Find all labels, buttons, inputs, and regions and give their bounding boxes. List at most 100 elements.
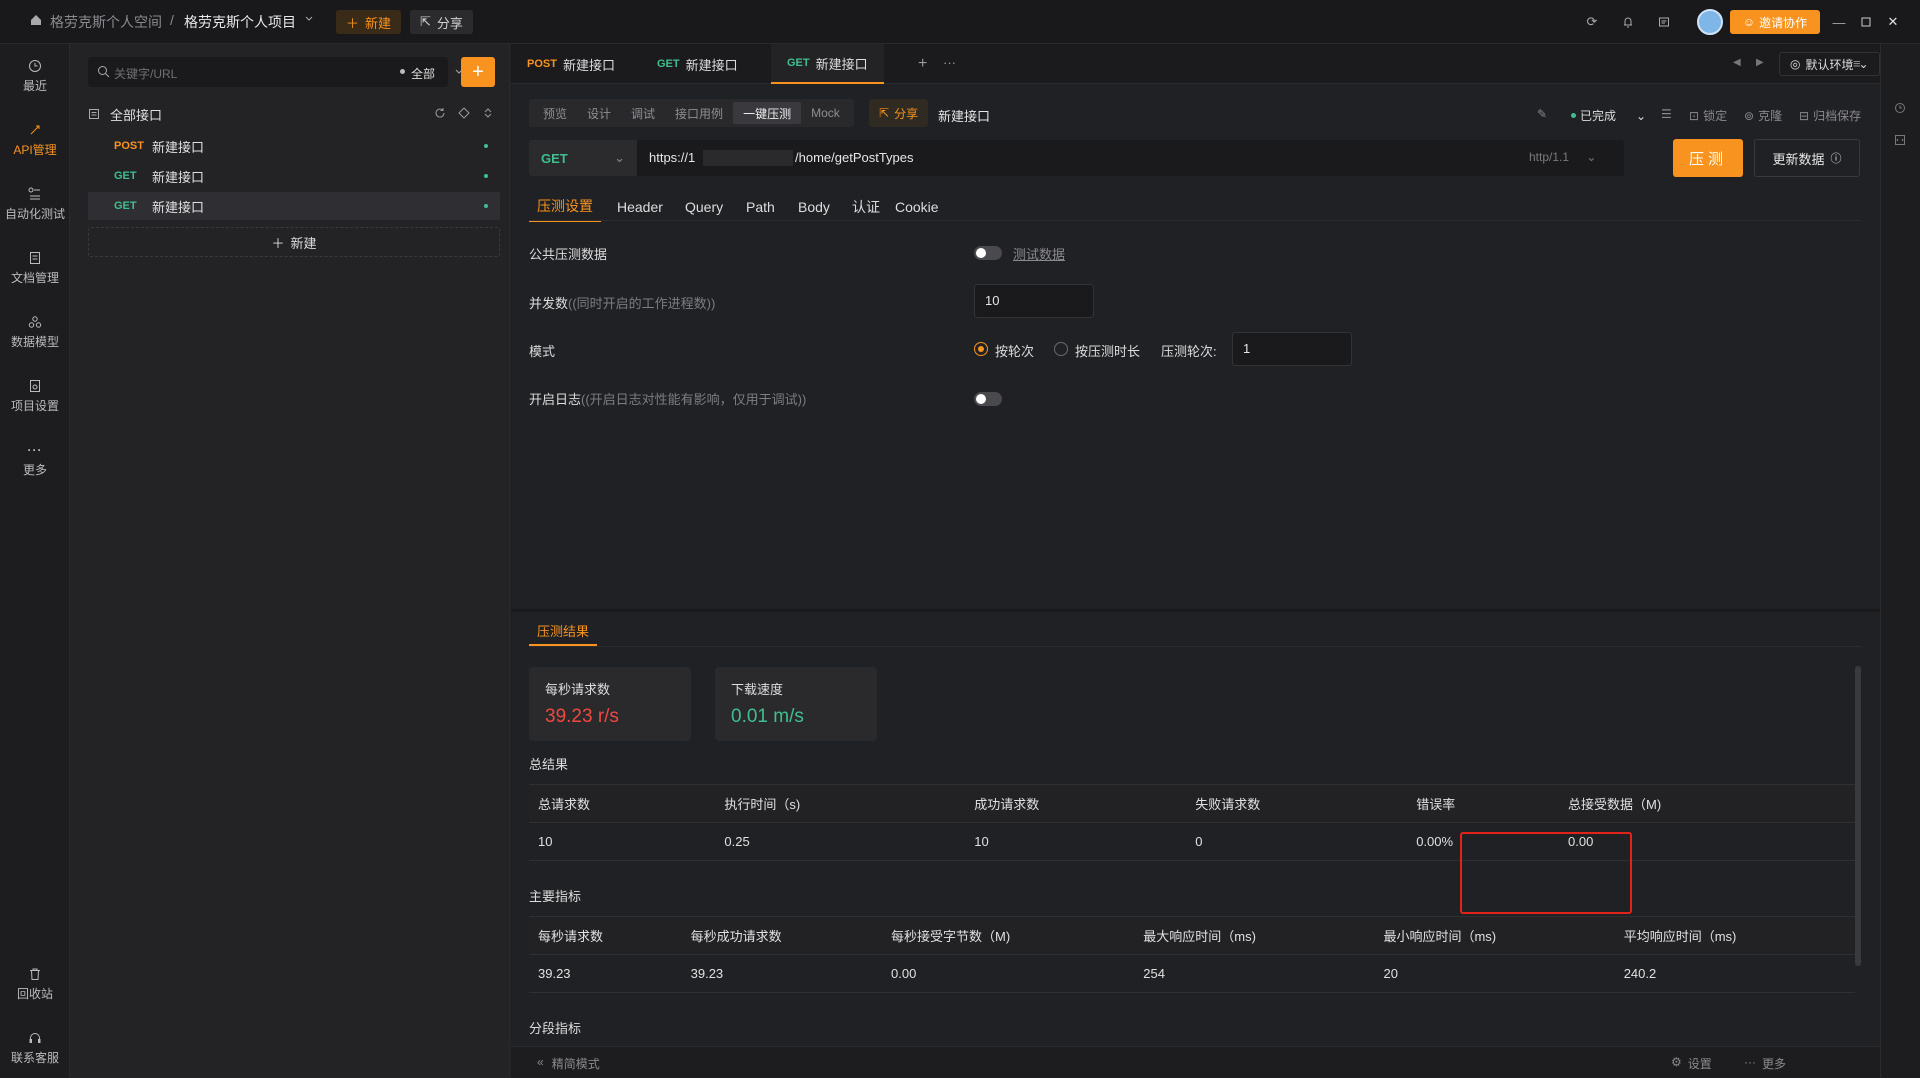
table-header: 总请求数 [529,784,716,823]
rail-item-models[interactable]: 数据模型 [0,304,70,360]
table-cell: 0.25 [715,822,966,861]
update-data-button[interactable]: 更新数据 ⓘ [1754,139,1860,177]
ptab-cookie[interactable]: Cookie [887,192,947,222]
menu-icon[interactable]: ≡ [1853,56,1861,71]
history-icon[interactable] [1894,102,1906,114]
tree-item-selected[interactable]: GET 新建接口 [88,192,500,220]
headset-icon [28,1031,42,1045]
subtab-debug[interactable]: 调试 [621,102,665,124]
edit-icon[interactable]: ✎ [1537,107,1547,121]
results-scrollbar[interactable] [1855,666,1861,966]
new-button[interactable]: ＋新建 [336,10,402,34]
rail-item-recent[interactable]: 最近 [0,48,70,104]
close-icon[interactable]: ✕ [1882,11,1904,33]
filter-select[interactable]: 全部 [411,65,435,82]
ptab-stress-settings[interactable]: 压测设置 [529,192,601,222]
tree-item[interactable]: GET 新建接口 [88,162,500,190]
subtab-preview[interactable]: 预览 [533,102,577,124]
ptab-query[interactable]: Query [677,192,731,222]
clone-button[interactable]: ⊚ 克隆 [1744,107,1782,124]
concurrency-input[interactable]: 10 [974,284,1094,318]
more-button[interactable]: ··· 更多 [1744,1055,1786,1072]
tree-root[interactable]: 全部接口 [88,100,500,128]
env-select[interactable]: ◎ 默认环境 ⌄ [1779,52,1880,76]
share-chip[interactable]: ⇱ 分享 [869,99,929,127]
stress-run-button[interactable]: 压测 [1673,139,1743,177]
results-tab[interactable]: 压测结果 [529,616,598,646]
archive-icon: ⊟ [1799,108,1810,123]
home-icon[interactable] [30,14,42,26]
compact-mode-toggle[interactable]: «精简模式 [537,1055,600,1072]
add-api-button[interactable]: + [461,57,495,87]
mode-round-label[interactable]: 按轮次 [995,341,1034,360]
code-icon[interactable] [1894,134,1906,146]
subtab-cases[interactable]: 接口用例 [665,102,733,124]
ptab-body[interactable]: Body [790,192,838,222]
share-button[interactable]: ⇱ 分享 [410,10,473,34]
status-select[interactable]: 已完成 ⌄ [1571,107,1646,124]
mode-duration-radio[interactable] [1054,342,1068,356]
search-input[interactable]: 关键字/URL [114,65,177,82]
rail-item-docs[interactable]: 文档管理 [0,240,70,296]
protocol-select[interactable]: http/1.1 ⌄ [1529,150,1596,164]
refresh-icon[interactable] [434,107,446,119]
invite-button[interactable]: ☺ 邀请协作 [1730,10,1820,34]
add-tab-icon[interactable]: + [918,55,927,73]
rounds-input[interactable]: 1 [1232,332,1352,366]
rail-item-automation[interactable]: 自动化测试 [0,176,70,232]
method-select[interactable]: GET ⌄ [529,140,637,176]
maximize-icon[interactable] [1855,11,1877,33]
arrow-left-icon[interactable]: ◀ [1733,57,1741,68]
ptab-header[interactable]: Header [609,192,671,222]
format-icon[interactable]: ☰ [1661,107,1672,121]
new-api-row[interactable]: ＋新建 [88,227,500,257]
avatar[interactable] [1697,9,1723,35]
tree-item[interactable]: POST 新建接口 [88,132,500,160]
ptab-auth[interactable]: 认证 [844,192,888,222]
table-row: 39.23 39.23 0.00 254 20 240.2 [529,954,1855,993]
url-prefix[interactable]: https://1 [649,150,695,165]
lock-button[interactable]: ⊡ 锁定 [1689,107,1727,124]
rail-item-settings[interactable]: 项目设置 [0,368,70,424]
api-tree-panel: 关键字/URL 全部 + 全部接口 POST 新建接口 GET 新建接口 GET [70,44,510,1078]
ptab-path[interactable]: Path [738,192,783,222]
tab-post[interactable]: POST 新建接口 [511,44,631,84]
subtab-stress[interactable]: 一键压测 [733,102,802,124]
tab-get-1[interactable]: GET 新建接口 [641,44,754,84]
subtab-mock[interactable]: Mock [801,102,850,124]
url-path[interactable]: /home/getPostTypes [795,150,914,165]
left-rail: 最近 API管理 自动化测试 文档管理 数据模型 项目设置 ··· 更多 回收站… [0,44,70,1078]
chevron-down-icon[interactable] [304,14,314,24]
rail-item-support[interactable]: 联系客服 [0,1020,70,1076]
more-tabs-icon[interactable]: ··· [943,55,956,70]
tab-get-2[interactable]: GET 新建接口 [771,44,884,84]
archive-button[interactable]: ⊟ 归档保存 [1799,107,1861,124]
rail-item-more[interactable]: ··· 更多 [0,432,70,488]
workspace-breadcrumb[interactable]: 格劳克斯个人空间 [50,12,162,32]
public-data-toggle[interactable] [974,246,1002,260]
minimize-icon[interactable]: — [1828,11,1850,33]
search-box[interactable]: 关键字/URL 全部 [88,57,463,87]
project-breadcrumb[interactable]: 格劳克斯个人项目 [184,12,296,32]
breadcrumb-separator: / [170,12,174,28]
sync-icon[interactable]: ⟳ [1581,11,1603,33]
more-icon: ··· [1744,1055,1756,1069]
test-data-link[interactable]: 测试数据 [1013,244,1065,263]
rail-item-trash[interactable]: 回收站 [0,956,70,1012]
mode-label: 模式 [529,344,556,359]
share-icon: ⇱ [420,14,431,29]
mode-round-radio[interactable] [974,342,988,356]
rail-item-api[interactable]: API管理 [0,112,70,168]
arrow-right-icon[interactable]: ▶ [1756,57,1764,68]
settings-button[interactable]: ⚙ 设置 [1671,1055,1712,1072]
mode-duration-label[interactable]: 按压测时长 [1075,341,1140,360]
bell-icon[interactable] [1617,11,1639,33]
message-icon[interactable] [1653,11,1675,33]
table-row: 10 0.25 10 0 0.00% 0.00 [529,822,1855,861]
subtab-design[interactable]: 设计 [577,102,621,124]
table-header: 每秒接受字节数（M) [882,916,1135,955]
sort-icon[interactable] [482,107,494,119]
log-toggle[interactable] [974,392,1002,406]
api-title[interactable]: 新建接口 [938,106,990,125]
locate-icon[interactable] [458,107,470,119]
